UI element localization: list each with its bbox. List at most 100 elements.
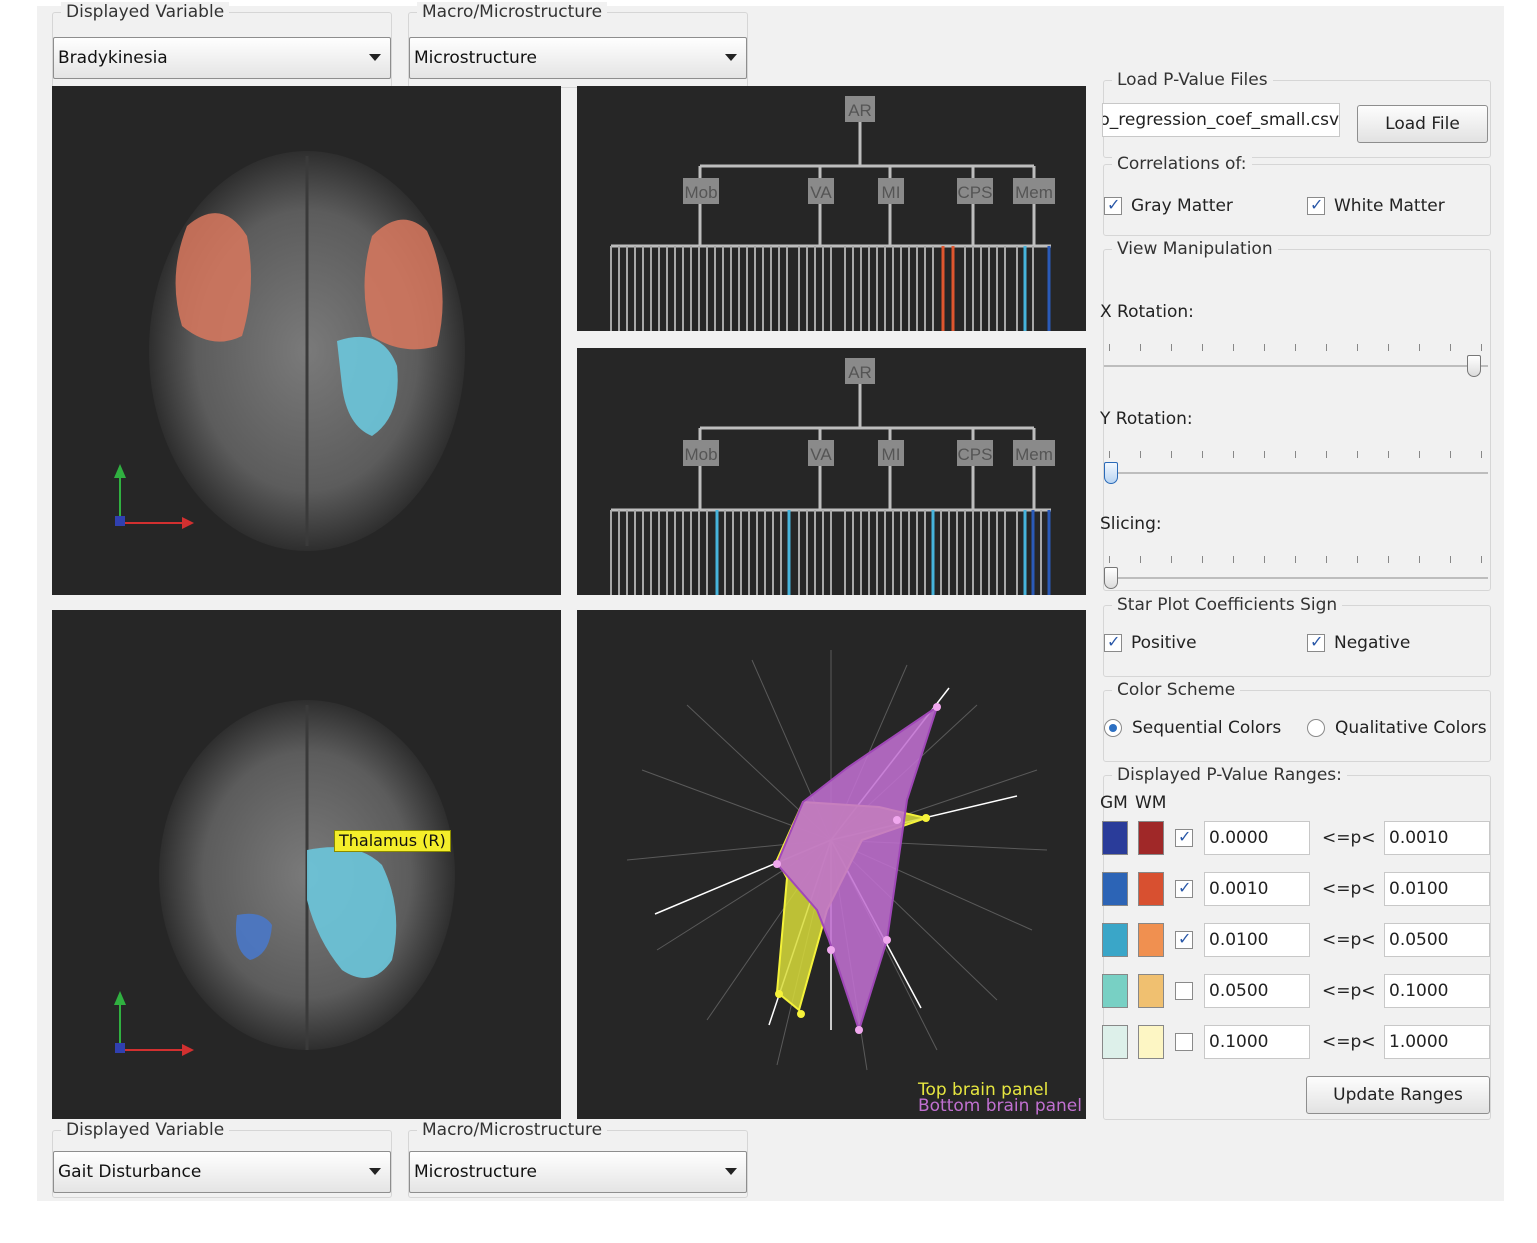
chevron-down-icon (725, 1168, 737, 1175)
hierarchy-tree-bottom[interactable]: AR Mob VA MI CPS Mem (577, 348, 1086, 595)
macro-micro-select[interactable]: Microstructure (409, 1151, 747, 1193)
tree-node-label: CPS (958, 445, 993, 464)
wm-color-swatch[interactable] (1138, 1025, 1164, 1059)
range-high-input[interactable]: 1.0000 (1384, 1025, 1490, 1059)
qualitative-colors-radio[interactable] (1307, 719, 1325, 737)
wm-region (175, 213, 251, 342)
tree-top-render: AR Mob VA MI CPS Mem (610, 96, 1055, 331)
select-value: Microstructure (414, 48, 537, 68)
brain-view-top[interactable] (52, 86, 561, 595)
select-value: Bradykinesia (58, 48, 168, 68)
wm-color-swatch[interactable] (1138, 974, 1164, 1008)
y-rotation-slider[interactable] (1104, 447, 1488, 484)
range-row: 0.1000 <=p< 1.0000 (1102, 1025, 1492, 1061)
range-high-input[interactable]: 0.0500 (1384, 923, 1490, 957)
white-matter-checkbox[interactable] (1307, 195, 1325, 215)
range-high-input[interactable]: 0.0100 (1384, 872, 1490, 906)
group-title: Displayed P-Value Ranges: (1112, 765, 1347, 785)
range-low-input[interactable]: 0.0500 (1204, 974, 1310, 1008)
sequential-colors-radio[interactable] (1104, 719, 1122, 737)
gray-matter-checkbox[interactable] (1104, 195, 1122, 215)
range-low-input[interactable]: 0.1000 (1204, 1025, 1310, 1059)
brain-bottom-render (114, 700, 455, 1056)
white-matter-label: White Matter (1334, 196, 1445, 216)
tree-root-label: AR (848, 363, 872, 382)
wm-color-swatch[interactable] (1138, 923, 1164, 957)
range-operator: <=p< (1322, 981, 1376, 1001)
y-rotation-thumb[interactable] (1104, 462, 1118, 484)
group-title: Displayed Variable (61, 2, 230, 22)
positive-checkbox[interactable] (1104, 632, 1122, 652)
tree-bottom-render: AR Mob VA MI CPS Mem (610, 358, 1055, 595)
gm-header: GM (1100, 793, 1128, 813)
range-low-input[interactable]: 0.0100 (1204, 923, 1310, 957)
wm-header: WM (1135, 793, 1167, 813)
range-operator: <=p< (1322, 879, 1376, 899)
pvalue-file-field[interactable]: o_regression_coef_small.csv (1102, 103, 1340, 137)
group-title: Macro/Microstructure (417, 2, 608, 22)
chevron-down-icon (725, 54, 737, 61)
tree-node-label: Mem (1015, 445, 1053, 464)
negative-checkbox[interactable] (1307, 632, 1325, 652)
range-checkbox[interactable] (1175, 1033, 1193, 1051)
macro-micro-select[interactable]: Microstructure (409, 37, 747, 79)
displayed-variable-select[interactable]: Bradykinesia (53, 37, 391, 79)
update-ranges-button[interactable]: Update Ranges (1306, 1076, 1490, 1114)
star-sign-group: Star Plot Coefficients Sign Positive Neg… (1103, 595, 1491, 677)
gm-color-swatch[interactable] (1102, 872, 1128, 906)
brain-view-bottom[interactable]: Thalamus (R) (52, 610, 561, 1119)
load-file-button[interactable]: Load File (1357, 105, 1488, 143)
select-value: Gait Disturbance (58, 1162, 202, 1182)
x-rotation-slider[interactable] (1104, 340, 1488, 377)
range-checkbox[interactable] (1175, 982, 1193, 1000)
gray-matter-label: Gray Matter (1131, 196, 1233, 216)
slicing-label: Slicing: (1100, 514, 1162, 534)
group-title: Correlations of: (1112, 154, 1252, 174)
top-displayed-variable-group: Displayed Variable Bradykinesia (52, 2, 392, 88)
app-window: Displayed Variable Bradykinesia Macro/Mi… (37, 2, 1504, 1201)
wm-color-swatch[interactable] (1138, 872, 1164, 906)
select-value: Microstructure (414, 1162, 537, 1182)
group-title: Star Plot Coefficients Sign (1112, 595, 1343, 615)
positive-label: Positive (1131, 633, 1197, 653)
range-checkbox[interactable] (1175, 878, 1193, 898)
tree-node-label: Mem (1015, 183, 1053, 202)
tree-node-label: CPS (958, 183, 993, 202)
x-rotation-thumb[interactable] (1467, 355, 1481, 377)
range-operator: <=p< (1322, 930, 1376, 950)
chevron-down-icon (369, 1168, 381, 1175)
tree-node-label: MI (882, 183, 901, 202)
tree-node-label: MI (882, 445, 901, 464)
hierarchy-tree-top[interactable]: AR Mob VA MI CPS Mem (577, 86, 1086, 331)
range-low-input[interactable]: 0.0010 (1204, 872, 1310, 906)
gm-color-swatch[interactable] (1102, 1025, 1128, 1059)
range-high-input[interactable]: 0.1000 (1384, 974, 1490, 1008)
range-operator: <=p< (1322, 828, 1376, 848)
group-title: View Manipulation (1112, 239, 1278, 259)
star-plot (626, 650, 1048, 1071)
range-low-input[interactable]: 0.0000 (1204, 821, 1310, 855)
range-row: 0.0500 <=p< 0.1000 (1102, 974, 1492, 1010)
tree-node-label: VA (810, 183, 832, 202)
slicing-slider[interactable] (1104, 552, 1488, 589)
wm-color-swatch[interactable] (1138, 821, 1164, 855)
star-plot-panel[interactable]: Top brain panel Bottom brain panel (577, 610, 1086, 1119)
axis-gizmo (114, 464, 194, 529)
group-title: Displayed Variable (61, 1120, 230, 1140)
bottom-macro-micro-group: Macro/Microstructure Microstructure (408, 1120, 748, 1198)
gm-color-swatch[interactable] (1102, 923, 1128, 957)
top-macro-micro-group: Macro/Microstructure Microstructure (408, 2, 748, 88)
range-row: 0.0100 <=p< 0.0500 (1102, 923, 1492, 959)
range-high-input[interactable]: 0.0010 (1384, 821, 1490, 855)
chevron-down-icon (369, 54, 381, 61)
correlations-group: Correlations of: Gray Matter White Matte… (1103, 154, 1491, 236)
gm-color-swatch[interactable] (1102, 821, 1128, 855)
group-title: Color Scheme (1112, 680, 1241, 700)
slicing-thumb[interactable] (1104, 567, 1118, 589)
range-checkbox[interactable] (1175, 827, 1193, 847)
region-label: Thalamus (R) (334, 830, 451, 852)
displayed-variable-select[interactable]: Gait Disturbance (53, 1151, 391, 1193)
bottom-displayed-variable-group: Displayed Variable Gait Disturbance (52, 1120, 392, 1198)
range-checkbox[interactable] (1175, 929, 1193, 949)
gm-color-swatch[interactable] (1102, 974, 1128, 1008)
